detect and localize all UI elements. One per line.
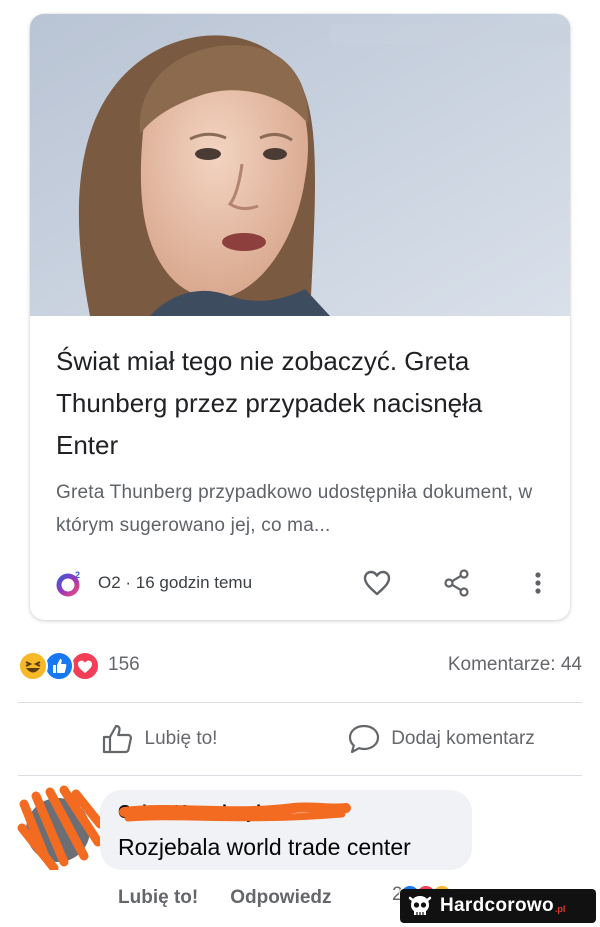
article-source[interactable]: O2 [98,573,121,593]
news-card[interactable]: Świat miał tego nie zobaczyć. Greta Thun… [30,14,570,620]
o2-logo-icon: 2 [56,570,80,597]
redaction-scribble [119,802,351,822]
svg-text:2: 2 [75,570,80,580]
skull-icon [408,896,432,915]
watermark-tld: .pl [554,904,566,914]
article-photo[interactable] [30,14,570,316]
post-action-bar: Lubię to! Dodaj komentarz [18,704,582,774]
share-icon[interactable] [442,568,472,598]
comment-actions: Lubię to! Odpowiedz [118,884,364,912]
comment-icon [349,724,380,754]
thumbs-up-icon [102,724,132,754]
card-actions [362,566,548,600]
love-reaction-icon [70,651,100,681]
watermark-brand: Hardcorowo [440,895,554,916]
haha-reaction-icon [18,651,48,681]
more-vertical-icon[interactable] [528,568,548,598]
reactions-summary: 156 Komentarze: 44 [18,648,582,682]
article-headline[interactable]: Świat miał tego nie zobaczyć. Greta Thun… [56,340,546,466]
reactions-count: 156 [108,654,140,675]
heart-icon[interactable] [362,568,392,598]
reactions-left[interactable]: 156 [18,649,140,681]
like-button[interactable]: Lubię to! [18,723,300,755]
watermark: Hardcorowo .pl [400,889,596,923]
comment-button[interactable]: Dodaj komentarz [300,723,582,755]
comment-reply-link[interactable]: Odpowiedz [230,887,331,909]
comments-count[interactable]: Komentarze: 44 [448,654,582,676]
article-snippet: Greta Thunberg przypadkowo udostępniła d… [56,482,533,536]
comment-bubble[interactable]: Oskar Kowalczyk Rozjebala world trade ce… [100,790,472,870]
article-time: 16 godzin temu [135,573,253,592]
reaction-icons [18,649,104,681]
meta-separator: · [120,573,136,592]
like-reaction-icon [44,651,74,681]
avatar[interactable] [14,784,105,873]
comment-like-link[interactable]: Lubię to! [118,887,198,909]
comment-text: Rozjebala world trade center [118,834,411,860]
divider [18,702,582,703]
divider [18,775,582,776]
comment-button-label: Dodaj komentarz [391,728,535,749]
like-button-label: Lubię to! [144,728,218,749]
